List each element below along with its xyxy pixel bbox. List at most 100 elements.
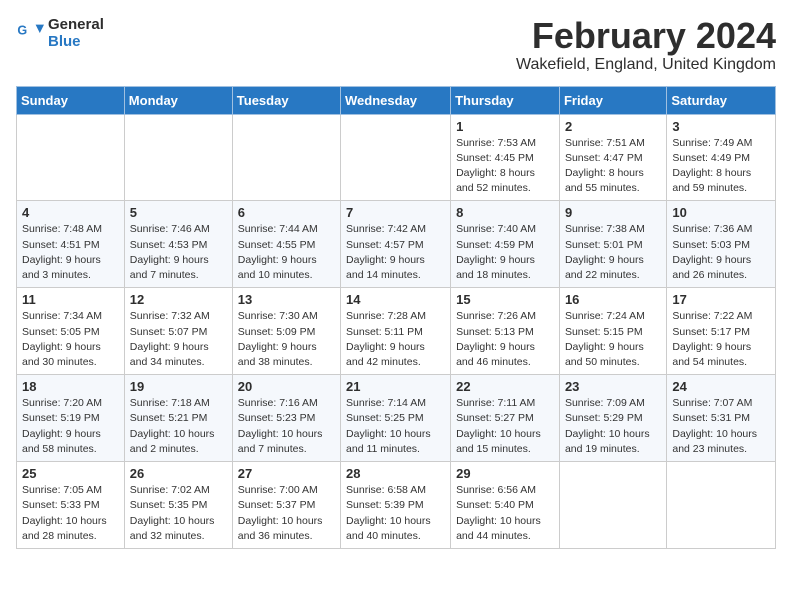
day-info: Sunrise: 6:58 AMSunset: 5:39 PMDaylight:… (346, 483, 445, 544)
month-title: February 2024 (516, 16, 776, 56)
day-number: 23 (565, 379, 661, 394)
day-info: Sunrise: 7:46 AMSunset: 4:53 PMDaylight:… (130, 222, 227, 283)
day-info: Sunrise: 7:38 AMSunset: 5:01 PMDaylight:… (565, 222, 661, 283)
calendar-cell: 8 Sunrise: 7:40 AMSunset: 4:59 PMDaylight… (451, 201, 560, 288)
day-info: Sunrise: 7:18 AMSunset: 5:21 PMDaylight:… (130, 396, 227, 457)
calendar-cell: 17Sunrise: 7:22 AMSunset: 5:17 PMDayligh… (667, 288, 776, 375)
calendar-cell (232, 114, 340, 201)
day-info: Sunrise: 7:22 AMSunset: 5:17 PMDaylight:… (672, 309, 770, 370)
day-info: Sunrise: 6:56 AMSunset: 5:40 PMDaylight:… (456, 483, 554, 544)
day-number: 1 (456, 119, 554, 134)
calendar-cell: 3 Sunrise: 7:49 AMSunset: 4:49 PMDaylight… (667, 114, 776, 201)
calendar-week-row: 11 Sunrise: 7:34 AMSunset: 5:05 PMDayligh… (17, 288, 776, 375)
logo-text: General Blue (48, 16, 104, 50)
day-info: Sunrise: 7:07 AMSunset: 5:31 PMDaylight:… (672, 396, 770, 457)
calendar-week-row: 25 Sunrise: 7:05 AMSunset: 5:33 PMDayligh… (17, 462, 776, 549)
day-info: Sunrise: 7:11 AMSunset: 5:27 PMDaylight:… (456, 396, 554, 457)
calendar-cell: 2 Sunrise: 7:51 AMSunset: 4:47 PMDaylight… (559, 114, 666, 201)
day-number: 14 (346, 292, 445, 307)
location-title: Wakefield, England, United Kingdom (516, 56, 776, 74)
calendar-week-row: 1 Sunrise: 7:53 AMSunset: 4:45 PMDaylight… (17, 114, 776, 201)
day-info: Sunrise: 7:26 AMSunset: 5:13 PMDaylight:… (456, 309, 554, 370)
day-info: Sunrise: 7:40 AMSunset: 4:59 PMDaylight:… (456, 222, 554, 283)
day-number: 16 (565, 292, 661, 307)
calendar-cell: 6 Sunrise: 7:44 AMSunset: 4:55 PMDaylight… (232, 201, 340, 288)
day-number: 6 (238, 205, 335, 220)
calendar-cell: 11 Sunrise: 7:34 AMSunset: 5:05 PMDayligh… (17, 288, 125, 375)
day-info: Sunrise: 7:51 AMSunset: 4:47 PMDaylight:… (565, 136, 661, 197)
day-info: Sunrise: 7:53 AMSunset: 4:45 PMDaylight:… (456, 136, 554, 197)
page-header: G General Blue February 2024 Wakefield, … (16, 16, 776, 74)
day-number: 22 (456, 379, 554, 394)
day-info: Sunrise: 7:48 AMSunset: 4:51 PMDaylight:… (22, 222, 119, 283)
calendar-cell: 27 Sunrise: 7:00 AMSunset: 5:37 PMDayligh… (232, 462, 340, 549)
calendar-cell: 13 Sunrise: 7:30 AMSunset: 5:09 PMDayligh… (232, 288, 340, 375)
day-number: 3 (672, 119, 770, 134)
logo: G General Blue (16, 16, 104, 50)
weekday-header: Sunday (17, 86, 125, 114)
day-info: Sunrise: 7:00 AMSunset: 5:37 PMDaylight:… (238, 483, 335, 544)
day-info: Sunrise: 7:44 AMSunset: 4:55 PMDaylight:… (238, 222, 335, 283)
day-number: 2 (565, 119, 661, 134)
calendar-header-row: SundayMondayTuesdayWednesdayThursdayFrid… (17, 86, 776, 114)
day-number: 7 (346, 205, 445, 220)
day-info: Sunrise: 7:28 AMSunset: 5:11 PMDaylight:… (346, 309, 445, 370)
day-number: 10 (672, 205, 770, 220)
calendar-cell: 14 Sunrise: 7:28 AMSunset: 5:11 PMDayligh… (341, 288, 451, 375)
day-number: 20 (238, 379, 335, 394)
day-info: Sunrise: 7:36 AMSunset: 5:03 PMDaylight:… (672, 222, 770, 283)
day-number: 9 (565, 205, 661, 220)
calendar-cell: 24Sunrise: 7:07 AMSunset: 5:31 PMDayligh… (667, 375, 776, 462)
day-info: Sunrise: 7:20 AMSunset: 5:19 PMDaylight:… (22, 396, 119, 457)
day-info: Sunrise: 7:05 AMSunset: 5:33 PMDaylight:… (22, 483, 119, 544)
weekday-header: Wednesday (341, 86, 451, 114)
day-number: 13 (238, 292, 335, 307)
calendar-cell: 18Sunrise: 7:20 AMSunset: 5:19 PMDayligh… (17, 375, 125, 462)
calendar-cell (667, 462, 776, 549)
calendar-cell: 22 Sunrise: 7:11 AMSunset: 5:27 PMDayligh… (451, 375, 560, 462)
calendar-cell: 5 Sunrise: 7:46 AMSunset: 4:53 PMDaylight… (124, 201, 232, 288)
calendar-cell: 20 Sunrise: 7:16 AMSunset: 5:23 PMDayligh… (232, 375, 340, 462)
calendar-cell: 28Sunrise: 6:58 AMSunset: 5:39 PMDayligh… (341, 462, 451, 549)
weekday-header: Saturday (667, 86, 776, 114)
calendar-cell: 9 Sunrise: 7:38 AMSunset: 5:01 PMDaylight… (559, 201, 666, 288)
calendar-cell (124, 114, 232, 201)
weekday-header: Monday (124, 86, 232, 114)
day-number: 19 (130, 379, 227, 394)
day-info: Sunrise: 7:32 AMSunset: 5:07 PMDaylight:… (130, 309, 227, 370)
calendar-table: SundayMondayTuesdayWednesdayThursdayFrid… (16, 86, 776, 549)
day-info: Sunrise: 7:34 AMSunset: 5:05 PMDaylight:… (22, 309, 119, 370)
calendar-cell: 26Sunrise: 7:02 AMSunset: 5:35 PMDayligh… (124, 462, 232, 549)
svg-text:G: G (17, 23, 27, 37)
calendar-cell: 25 Sunrise: 7:05 AMSunset: 5:33 PMDayligh… (17, 462, 125, 549)
day-number: 11 (22, 292, 119, 307)
day-number: 29 (456, 466, 554, 481)
calendar-cell: 21 Sunrise: 7:14 AMSunset: 5:25 PMDayligh… (341, 375, 451, 462)
calendar-cell (559, 462, 666, 549)
day-number: 27 (238, 466, 335, 481)
day-number: 15 (456, 292, 554, 307)
day-number: 21 (346, 379, 445, 394)
day-number: 8 (456, 205, 554, 220)
day-number: 25 (22, 466, 119, 481)
logo-icon: G (16, 19, 44, 47)
day-number: 5 (130, 205, 227, 220)
calendar-cell (17, 114, 125, 201)
calendar-cell: 7 Sunrise: 7:42 AMSunset: 4:57 PMDaylight… (341, 201, 451, 288)
calendar-week-row: 18Sunrise: 7:20 AMSunset: 5:19 PMDayligh… (17, 375, 776, 462)
day-info: Sunrise: 7:24 AMSunset: 5:15 PMDaylight:… (565, 309, 661, 370)
day-info: Sunrise: 7:49 AMSunset: 4:49 PMDaylight:… (672, 136, 770, 197)
day-info: Sunrise: 7:16 AMSunset: 5:23 PMDaylight:… (238, 396, 335, 457)
weekday-header: Tuesday (232, 86, 340, 114)
calendar-cell: 23Sunrise: 7:09 AMSunset: 5:29 PMDayligh… (559, 375, 666, 462)
day-number: 4 (22, 205, 119, 220)
day-info: Sunrise: 7:02 AMSunset: 5:35 PMDaylight:… (130, 483, 227, 544)
weekday-header: Thursday (451, 86, 560, 114)
day-info: Sunrise: 7:42 AMSunset: 4:57 PMDaylight:… (346, 222, 445, 283)
calendar-cell (341, 114, 451, 201)
calendar-week-row: 4 Sunrise: 7:48 AMSunset: 4:51 PMDaylight… (17, 201, 776, 288)
day-info: Sunrise: 7:30 AMSunset: 5:09 PMDaylight:… (238, 309, 335, 370)
calendar-cell: 15 Sunrise: 7:26 AMSunset: 5:13 PMDayligh… (451, 288, 560, 375)
calendar-cell: 1 Sunrise: 7:53 AMSunset: 4:45 PMDaylight… (451, 114, 560, 201)
day-info: Sunrise: 7:14 AMSunset: 5:25 PMDaylight:… (346, 396, 445, 457)
